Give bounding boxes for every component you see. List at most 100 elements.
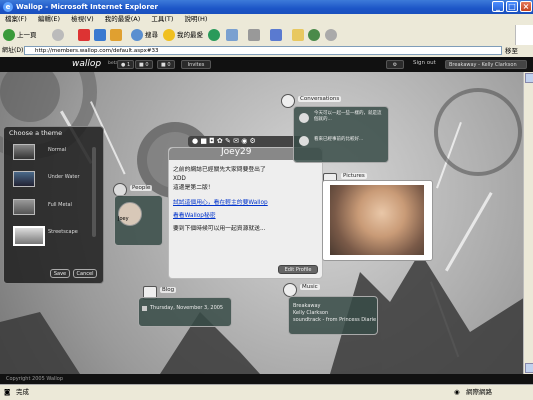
forward-button[interactable] [52, 28, 66, 42]
messages-count: 0 [145, 62, 149, 68]
print-button[interactable] [248, 28, 262, 42]
favorites-label: 我的最愛 [177, 31, 203, 39]
theme-cancel-button[interactable]: Cancel [73, 269, 97, 278]
profile-link-1[interactable]: 試試這個用心，看在輕主的要Wallop [173, 199, 318, 208]
invites-button[interactable]: Invites [181, 60, 211, 69]
scroll-up-button[interactable] [525, 73, 533, 83]
people-panel[interactable]: Joey [114, 195, 163, 246]
theme-chooser-panel: Choose a theme Normal Under Water Full M… [3, 126, 104, 284]
close-button[interactable]: × [520, 1, 532, 12]
profile-photo[interactable] [330, 185, 424, 255]
avatar[interactable] [118, 202, 142, 226]
now-playing[interactable]: Breakaway - Kelly Clarkson [445, 60, 527, 69]
conversation-avatar-2[interactable] [299, 136, 309, 146]
conversation-avatar-1[interactable] [299, 113, 309, 123]
menu-tools[interactable]: 工具(T) [151, 15, 173, 23]
conversations-panel[interactable]: 今天可以一起一些一樣的，就是這個就的... 看來已經事前的比較好... [293, 106, 389, 163]
notifications-count: 0 [167, 62, 171, 68]
settings-button[interactable]: ⚙ [386, 60, 404, 69]
conversations-icon [281, 94, 295, 108]
wallop-logo[interactable]: wallop [72, 58, 101, 71]
menu-file[interactable]: 檔案(F) [5, 15, 27, 23]
pictures-panel[interactable] [322, 180, 433, 261]
theme-thumb-underwater[interactable] [13, 171, 35, 187]
theme-thumb-fullmetal[interactable] [13, 199, 35, 215]
folder-button[interactable] [292, 28, 306, 42]
page-loaded-icon: ◙ [4, 388, 11, 396]
menu-favorites[interactable]: 我的最愛(A) [105, 15, 141, 23]
profile-link-2[interactable]: 看看Wallop秘密 [173, 212, 318, 221]
conversations-label: Conversations [298, 96, 342, 102]
edit-button[interactable] [270, 28, 284, 42]
sign-out-link[interactable]: Sign out [413, 60, 436, 66]
blog-date[interactable]: Thursday, November 3, 2005 [150, 305, 223, 311]
back-arrow-icon [3, 29, 15, 41]
mail-icon [226, 29, 238, 41]
edit-profile-button[interactable]: Edit Profile [278, 265, 318, 274]
theme-name-streetscape[interactable]: Streetscape [48, 229, 78, 235]
browser-toolbar: 上一頁 搜尋 我的最愛 [0, 25, 533, 46]
messages-count-button[interactable]: ■ 0 [135, 60, 153, 69]
person-icon: ● [121, 62, 126, 68]
profile-card: ● ■ ◘ ✿ ✎ ✉ ◉ ⚙ Joey29 之前的網誌已經關先大家問要登出了 … [168, 136, 323, 279]
music-label: Music [300, 284, 320, 290]
people-label: People [130, 185, 153, 191]
search-label: 搜尋 [145, 31, 158, 39]
blog-panel[interactable]: Thursday, November 3, 2005 [138, 297, 232, 327]
internet-zone-icon: ◉ [454, 388, 460, 396]
favorites-button[interactable]: 我的最愛 [163, 28, 203, 42]
messenger-button[interactable] [308, 28, 322, 42]
menu-edit[interactable]: 編輯(E) [38, 15, 60, 23]
copyright: Copyright 2005 Wallop [6, 376, 64, 382]
media-button[interactable] [208, 28, 222, 42]
profile-text: 之前的網誌已經關先大家問要登出了 XDD 這邊是第二版！ 試試這個用心，看在輕主… [173, 166, 318, 234]
minimize-button[interactable]: _ [492, 1, 504, 12]
maximize-button[interactable]: □ [506, 1, 518, 12]
edit-icon [270, 29, 282, 41]
browser-status-bar: ◙ 完成 ◉ 網際網路 [0, 384, 533, 400]
search-icon [131, 29, 143, 41]
theme-thumb-streetscape[interactable] [13, 226, 45, 246]
wallop-stage: Choose a theme Normal Under Water Full M… [0, 72, 533, 374]
pictures-label: Pictures [341, 173, 367, 179]
profile-line-1: 之前的網誌已經關先大家問要登出了 [173, 167, 266, 173]
profile-action-icons[interactable]: ● ■ ◘ ✿ ✎ ✉ ◉ ⚙ [192, 137, 256, 145]
theme-scrollbar[interactable] [92, 147, 96, 237]
theme-name-underwater[interactable]: Under Water [48, 174, 80, 180]
scroll-down-button[interactable] [525, 363, 533, 373]
notification-icon: ■ [161, 62, 166, 68]
research-button[interactable] [325, 28, 339, 42]
mail-button[interactable] [226, 28, 240, 42]
status-text: 完成 [16, 388, 29, 396]
theme-thumb-normal[interactable] [13, 144, 35, 160]
search-button[interactable]: 搜尋 [131, 28, 158, 42]
back-button[interactable]: 上一頁 [3, 28, 37, 42]
profile-line-2: XDD [173, 176, 186, 182]
messenger-icon [308, 29, 320, 41]
theme-name-fullmetal[interactable]: Full Metal [48, 202, 72, 208]
address-input[interactable]: http://members.wallop.com/default.aspx#3… [24, 46, 502, 55]
music-info: Breakaway Kelly Clarkson soundtrack - fr… [293, 303, 376, 324]
theme-save-button[interactable]: Save [50, 269, 70, 278]
menu-help[interactable]: 說明(H) [185, 15, 208, 23]
refresh-button[interactable] [94, 28, 108, 42]
conversation-item-1[interactable]: 今天可以一起一些一樣的，就是這個就的... [314, 111, 384, 123]
forward-arrow-icon [52, 29, 64, 41]
theme-chooser-title: Choose a theme [9, 129, 63, 137]
blog-bullet-icon [142, 306, 147, 311]
go-button[interactable]: 移至 [505, 45, 518, 57]
conversation-item-2[interactable]: 看來已經事前的比較好... [314, 137, 384, 143]
profile-line-4: 要到下個時候可以用一起資源就送... [173, 226, 266, 232]
profile-line-3: 這邊是第二版！ [173, 185, 214, 191]
folder-icon [292, 29, 304, 41]
music-panel[interactable]: Breakaway Kelly Clarkson soundtrack - fr… [288, 296, 378, 335]
profile-name: Joey29 [221, 147, 252, 157]
people-count-button[interactable]: ● 1 [117, 60, 135, 69]
menu-view[interactable]: 檢視(V) [71, 15, 94, 23]
home-button[interactable] [110, 28, 124, 42]
notifications-count-button[interactable]: ■ 0 [157, 60, 175, 69]
stop-button[interactable] [78, 28, 92, 42]
page-scrollbar[interactable] [523, 72, 533, 374]
theme-name-normal[interactable]: Normal [48, 147, 66, 153]
person-name[interactable]: Joey [118, 216, 129, 222]
